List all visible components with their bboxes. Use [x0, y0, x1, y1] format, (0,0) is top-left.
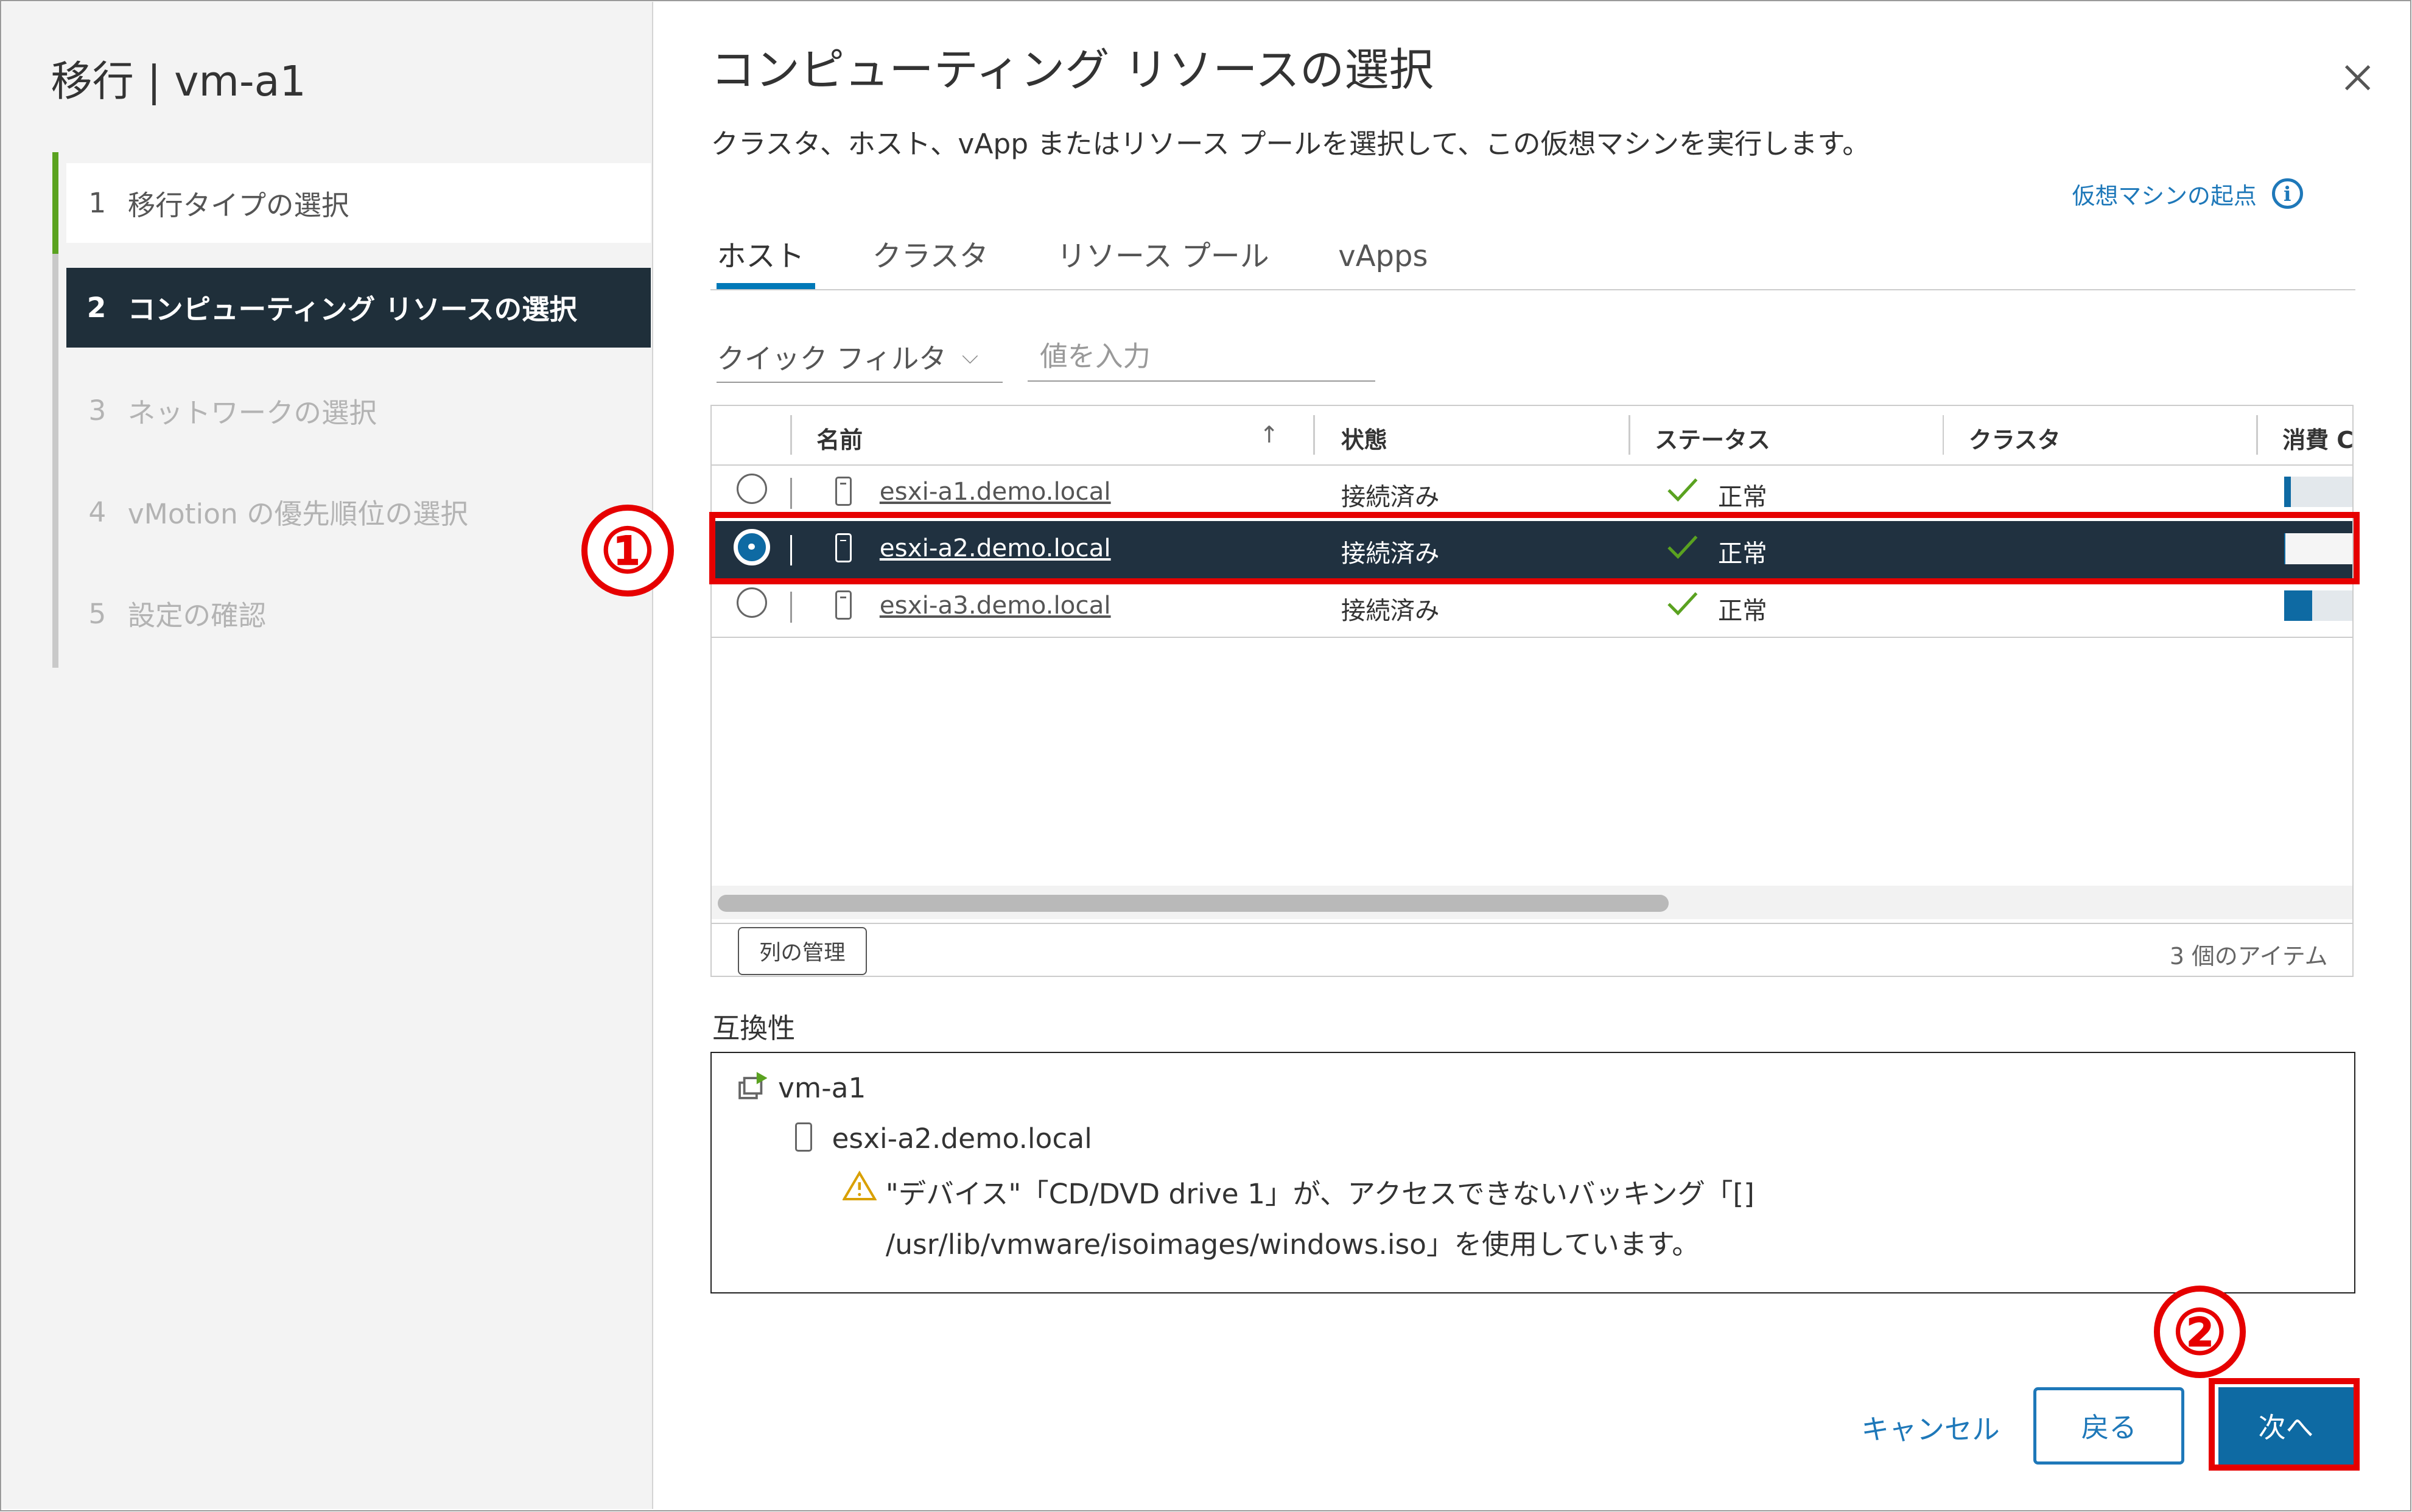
quick-filter-dropdown[interactable]: クイック フィルタ ⌵: [717, 332, 1003, 383]
resource-tabs: ホスト クラスタ リソース プール vApps: [710, 231, 2355, 291]
close-icon[interactable]: [2332, 52, 2382, 102]
step-label: コンピューティング リソースの選択: [127, 293, 578, 326]
dialog-title: 移行 | vm-a1: [51, 58, 306, 107]
column-header-state[interactable]: 状態: [1341, 421, 1387, 455]
tab-resource-pool[interactable]: リソース プール: [1057, 231, 1269, 289]
table-row[interactable]: esxi-a3.demo.local 接続済み 正常: [712, 578, 2352, 635]
info-icon[interactable]: i: [2272, 178, 2303, 209]
back-button[interactable]: 戻る: [2033, 1387, 2185, 1465]
vm-origin-link[interactable]: 仮想マシンの起点 i: [2072, 177, 2303, 211]
column-divider: [790, 592, 792, 623]
host-status: 正常: [1717, 481, 1767, 511]
column-divider[interactable]: [1942, 415, 1944, 455]
cpu-usage-bar: [2284, 476, 2352, 508]
cancel-button[interactable]: キャンセル: [1861, 1407, 1999, 1447]
sort-ascending-icon[interactable]: ↑: [1260, 421, 1279, 448]
table-header: 名前 ↑ 状態 ステータス クラスタ 消費 C: [712, 406, 2352, 466]
step-number: 5: [88, 597, 107, 630]
filter-value-input[interactable]: [1027, 332, 1375, 382]
step-number: 2: [86, 291, 107, 324]
compat-warning-text: "デバイス"「CD/DVD drive 1」が、アクセスできないバッキング「[]: [885, 1177, 1755, 1210]
column-divider: [790, 478, 792, 509]
host-status: 正常: [1717, 595, 1767, 625]
check-icon: [1667, 478, 1698, 502]
compat-vm-name: vm-a1: [778, 1071, 866, 1104]
column-divider: [790, 415, 792, 455]
column-divider[interactable]: [2256, 415, 2258, 455]
step-label: vMotion の優先順位の選択: [127, 498, 468, 531]
item-count: 3 個のアイテム: [2169, 943, 2328, 970]
horizontal-scrollbar[interactable]: [712, 885, 2352, 920]
tab-host[interactable]: ホスト: [717, 231, 816, 290]
steps-progress-done: [52, 152, 58, 254]
cpu-usage-fill: [2284, 590, 2313, 621]
page-title: コンピューティング リソースの選択: [710, 44, 1434, 96]
wizard-step-5: 5 設定の確認: [66, 573, 651, 653]
compatibility-panel: vm-a1 esxi-a2.demo.local "デバイス"「CD/DVD d…: [710, 1052, 2355, 1294]
vm-icon: [738, 1071, 768, 1099]
row-radio[interactable]: [736, 473, 768, 505]
step-label: 設定の確認: [127, 600, 267, 632]
column-header-status[interactable]: ステータス: [1655, 421, 1770, 455]
annotation-marker-1: ①: [581, 504, 674, 597]
wizard-sidebar: 移行 | vm-a1 1 移行タイプの選択 2 コンピューティング リソースの選…: [1, 1, 654, 1509]
host-state: 接続済み: [1341, 481, 1440, 511]
host-icon: [835, 590, 852, 620]
tab-vapps[interactable]: vApps: [1338, 231, 1428, 289]
wizard-step-4: 4 vMotion の優先順位の選択: [66, 472, 651, 552]
cpu-usage-fill: [2284, 476, 2291, 508]
host-table: 名前 ↑ 状態 ステータス クラスタ 消費 C esxi-a1.demo.loc…: [710, 404, 2354, 977]
host-icon: [835, 476, 852, 506]
step-number: 4: [88, 495, 107, 528]
check-icon: [1667, 592, 1698, 616]
cpu-usage-bar: [2284, 590, 2352, 621]
warning-icon: [843, 1171, 877, 1201]
compat-host-name: esxi-a2.demo.local: [832, 1122, 1092, 1155]
column-header-cluster[interactable]: クラスタ: [1969, 421, 2061, 455]
vm-origin-label: 仮想マシンの起点: [2072, 182, 2257, 209]
tab-cluster[interactable]: クラスタ: [872, 231, 989, 289]
row-radio[interactable]: [736, 587, 768, 618]
wizard-step-2[interactable]: 2 コンピューティング リソースの選択: [66, 267, 651, 348]
chevron-down-icon: ⌵: [962, 344, 978, 369]
compatibility-label: 互換性: [712, 1012, 796, 1045]
compat-warning-text-cont: /usr/lib/vmware/isoimages/windows.iso」を使…: [885, 1228, 1700, 1261]
row-divider: [712, 636, 2352, 639]
step-label: 移行タイプの選択: [127, 189, 349, 222]
wizard-step-1[interactable]: 1 移行タイプの選択: [66, 163, 651, 243]
table-footer: 列の管理 3 個のアイテム: [712, 922, 2352, 976]
column-divider[interactable]: [1313, 415, 1315, 455]
column-header-name[interactable]: 名前: [816, 421, 863, 455]
manage-columns-button[interactable]: 列の管理: [738, 926, 867, 976]
page-subtitle: クラスタ、ホスト、vApp またはリソース プールを選択して、この仮想マシンを実…: [710, 127, 1870, 160]
step-number: 1: [88, 187, 107, 220]
wizard-step-3: 3 ネットワークの選択: [66, 371, 651, 450]
host-name-link[interactable]: esxi-a1.demo.local: [880, 477, 1111, 506]
annotation-highlight-next: [2209, 1378, 2360, 1471]
annotation-marker-2: ②: [2153, 1286, 2246, 1378]
step-label: ネットワークの選択: [127, 396, 377, 429]
host-name-link[interactable]: esxi-a3.demo.local: [880, 590, 1111, 620]
host-icon: [794, 1122, 812, 1152]
host-state: 接続済み: [1341, 595, 1440, 625]
quick-filter-label: クイック フィルタ: [717, 343, 947, 376]
scrollbar-thumb[interactable]: [718, 895, 1669, 912]
column-header-cpu[interactable]: 消費 C: [2282, 421, 2352, 455]
step-number: 3: [88, 394, 107, 427]
annotation-highlight-row: [709, 512, 2360, 585]
column-divider[interactable]: [1628, 415, 1630, 455]
